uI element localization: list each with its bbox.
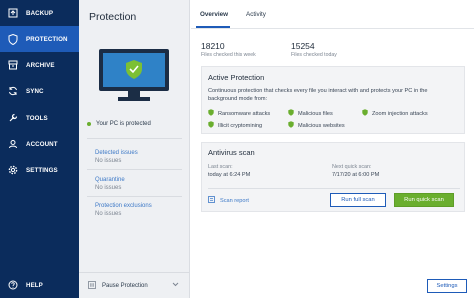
chevron-down-icon[interactable] — [172, 282, 179, 289]
detected-issues-value: No issues — [95, 158, 122, 164]
backup-icon — [0, 8, 26, 18]
detected-issues-link[interactable]: Detected issues — [95, 150, 138, 156]
nav-item-protection[interactable]: PROTECTION — [0, 26, 79, 52]
feature-item: Illicit cryptomining — [208, 121, 262, 130]
run-quick-scan-button[interactable]: Run quick scan — [394, 193, 454, 207]
nav-label-help: HELP — [26, 281, 43, 289]
nav-label-settings: SETTINGS — [26, 166, 58, 174]
archive-icon — [0, 60, 26, 70]
protection-exclusions-value: No issues — [95, 211, 122, 217]
divider — [87, 196, 182, 197]
run-full-scan-button[interactable]: Run full scan — [330, 193, 386, 207]
tab-bar: Overview Activity — [191, 0, 474, 30]
main-content: Overview Activity 18210 Files checked th… — [191, 0, 474, 298]
card-divider — [208, 188, 460, 189]
left-navigation: BACKUP PROTECTION ARCHIVE SYNC TOOLS ACC… — [0, 0, 79, 298]
nav-item-settings[interactable]: SETTINGS — [0, 157, 79, 183]
divider — [87, 169, 182, 170]
shield-check-icon — [362, 109, 368, 118]
active-protection-card: Active Protection Continuous protection … — [201, 66, 465, 134]
nav-item-sync[interactable]: SYNC — [0, 78, 79, 104]
feature-label: Malicious websites — [298, 122, 345, 129]
pause-protection-label: Pause Protection — [102, 282, 148, 289]
tab-overview[interactable]: Overview — [200, 11, 228, 18]
feature-label: Ransomware attacks — [218, 110, 271, 117]
feature-item: Ransomware attacks — [208, 109, 270, 118]
nav-item-account[interactable]: ACCOUNT — [0, 131, 79, 157]
protection-summary-panel: Protection Your PC is protected Detected… — [79, 0, 190, 298]
shield-check-icon — [208, 109, 214, 118]
feature-label: Illicit cryptomining — [218, 122, 263, 129]
tab-activity[interactable]: Activity — [246, 11, 266, 18]
nav-item-backup[interactable]: BACKUP — [0, 0, 79, 26]
panel-title: Protection — [89, 11, 137, 23]
protected-monitor-illustration — [98, 48, 170, 111]
nav-item-tools[interactable]: TOOLS — [0, 105, 79, 131]
protection-status-text: Your PC is protected — [96, 121, 151, 127]
status-dot — [87, 122, 91, 126]
nav-label-account: ACCOUNT — [26, 140, 58, 148]
scan-report-link[interactable]: Scan report — [208, 196, 249, 205]
feature-label: Malicious files — [298, 110, 333, 117]
files-checked-week-label: Files checked this week — [201, 52, 256, 58]
shield-check-icon — [288, 121, 294, 130]
nav-label-sync: SYNC — [26, 87, 44, 95]
quarantine-value: No issues — [95, 185, 122, 191]
files-checked-today-count: 15254 — [291, 41, 315, 51]
last-scan-value: today at 6:24 PM — [208, 172, 251, 178]
files-checked-week-count: 18210 — [201, 41, 225, 51]
feature-item: Malicious files — [288, 109, 333, 118]
next-scan-value: 7/17/20 at 6:00 PM — [332, 172, 380, 178]
feature-item: Zoom injection attacks — [362, 109, 428, 118]
pause-protection-button[interactable]: Pause Protection — [79, 272, 189, 298]
next-scan-label: Next quick scan: — [332, 164, 372, 170]
sync-icon — [0, 86, 26, 96]
feature-label: Zoom injection attacks — [372, 110, 428, 117]
tab-bar-border — [191, 28, 474, 29]
nav-label-archive: ARCHIVE — [26, 61, 55, 69]
settings-button[interactable]: Settings — [427, 279, 467, 293]
shield-icon — [0, 33, 26, 45]
protection-exclusions-link[interactable]: Protection exclusions — [95, 203, 152, 209]
nav-label-backup: BACKUP — [26, 9, 54, 17]
help-icon — [0, 280, 26, 290]
shield-check-icon — [208, 121, 214, 130]
nav-label-tools: TOOLS — [26, 114, 48, 122]
account-icon — [0, 139, 26, 149]
shield-check-icon — [288, 109, 294, 118]
divider — [87, 138, 182, 139]
settings-icon — [0, 165, 26, 175]
report-icon — [208, 196, 215, 205]
active-protection-description: Continuous protection that checks every … — [208, 88, 428, 102]
tools-icon — [0, 113, 26, 123]
antivirus-scan-card: Antivirus scan Last scan: today at 6:24 … — [201, 142, 465, 212]
antivirus-scan-title: Antivirus scan — [208, 148, 255, 157]
last-scan-label: Last scan: — [208, 164, 233, 170]
files-checked-today-label: Files checked today — [291, 52, 337, 58]
pause-icon — [88, 280, 96, 291]
nav-item-archive[interactable]: ARCHIVE — [0, 52, 79, 78]
nav-label-protection: PROTECTION — [26, 35, 68, 43]
quarantine-link[interactable]: Quarantine — [95, 177, 125, 183]
nav-item-help[interactable]: HELP — [0, 272, 79, 298]
active-protection-title: Active Protection — [208, 73, 265, 82]
feature-item: Malicious websites — [288, 121, 345, 130]
protection-status: Your PC is protected — [87, 121, 151, 127]
scan-report-label: Scan report — [220, 197, 249, 204]
